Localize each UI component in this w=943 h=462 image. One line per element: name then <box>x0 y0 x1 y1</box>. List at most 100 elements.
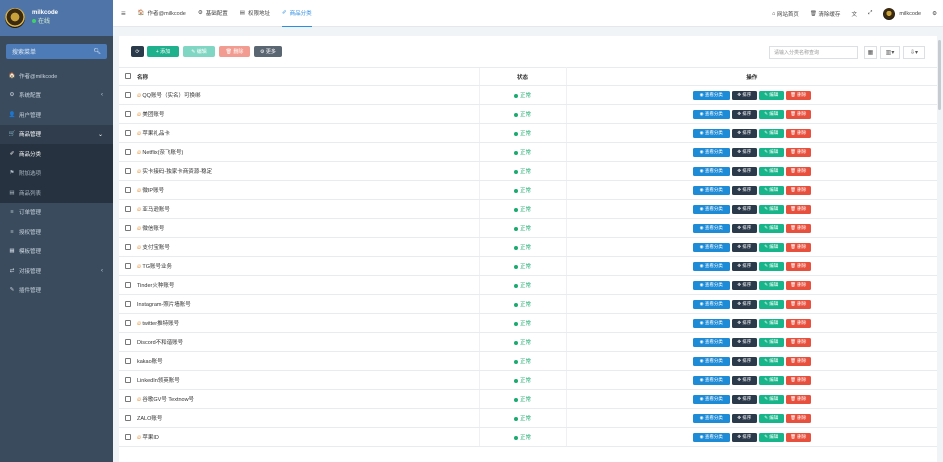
sort-button[interactable]: ✥ 排序 <box>731 375 757 385</box>
edit-row-button[interactable]: ✎ 编辑 <box>758 223 784 233</box>
view-category-button[interactable]: ◉ 查看分类 <box>692 185 730 195</box>
edit-row-button[interactable]: ✎ 编辑 <box>758 109 784 119</box>
table-row[interactable]: kakao账号 正常 ◉ 查看分类 ✥ 排序 ✎ 编辑 🗑︎ 删除 <box>119 351 937 371</box>
delete-row-button[interactable]: 🗑︎ 删除 <box>785 242 811 252</box>
refresh-button[interactable]: ⟳ <box>131 46 144 57</box>
view-category-button[interactable]: ◉ 查看分类 <box>692 413 730 423</box>
tab-3[interactable]: ✐ 商品分类 <box>282 0 312 27</box>
sort-button[interactable]: ✥ 排序 <box>731 432 757 442</box>
add-button[interactable]: + 添加 <box>147 46 179 57</box>
edit-row-button[interactable]: ✎ 编辑 <box>758 375 784 385</box>
status-badge[interactable]: 正常 <box>513 150 531 156</box>
edit-row-button[interactable]: ✎ 编辑 <box>758 337 784 347</box>
delete-row-button[interactable]: 🗑︎ 删除 <box>785 356 811 366</box>
row-checkbox[interactable] <box>125 395 131 402</box>
row-checkbox[interactable] <box>125 357 131 364</box>
table-row[interactable]: 🔥︎苹果ID 正常 ◉ 查看分类 ✥ 排序 ✎ 编辑 🗑︎ 删除 <box>119 427 937 447</box>
edit-row-button[interactable]: ✎ 编辑 <box>758 280 784 290</box>
view-category-button[interactable]: ◉ 查看分类 <box>692 375 730 385</box>
sort-button[interactable]: ✥ 排序 <box>731 280 757 290</box>
row-checkbox[interactable] <box>125 91 131 98</box>
sort-button[interactable]: ✥ 排序 <box>731 394 757 404</box>
header-name[interactable]: 名称 <box>137 67 479 86</box>
sort-button[interactable]: ✥ 排序 <box>731 204 757 214</box>
view-category-button[interactable]: ◉ 查看分类 <box>692 204 730 214</box>
delete-row-button[interactable]: 🗑︎ 删除 <box>785 223 811 233</box>
edit-row-button[interactable]: ✎ 编辑 <box>758 204 784 214</box>
delete-row-button[interactable]: 🗑︎ 删除 <box>785 147 811 157</box>
view-category-button[interactable]: ◉ 查看分类 <box>692 109 730 119</box>
status-badge[interactable]: 正常 <box>513 264 531 270</box>
sidebar-item[interactable]: 🏠 作者@milkcode <box>0 66 113 86</box>
delete-row-button[interactable]: 🗑︎ 删除 <box>785 413 811 423</box>
status-badge[interactable]: 正常 <box>513 283 531 289</box>
tab-1[interactable]: ⚙ 基础配置 <box>198 0 228 27</box>
table-row[interactable]: ZALO账号 正常 ◉ 查看分类 ✥ 排序 ✎ 编辑 🗑︎ 删除 <box>119 408 937 428</box>
status-badge[interactable]: 正常 <box>513 359 531 365</box>
view-category-button[interactable]: ◉ 查看分类 <box>692 337 730 347</box>
delete-row-button[interactable]: 🗑︎ 删除 <box>785 261 811 271</box>
category-search-input[interactable]: 请输入分类名称查询 <box>769 46 858 59</box>
edit-row-button[interactable]: ✎ 编辑 <box>758 356 784 366</box>
delete-row-button[interactable]: 🗑︎ 删除 <box>785 128 811 138</box>
status-badge[interactable]: 正常 <box>513 321 531 327</box>
delete-row-button[interactable]: 🗑︎ 删除 <box>785 280 811 290</box>
view-category-button[interactable]: ◉ 查看分类 <box>692 356 730 366</box>
status-badge[interactable]: 正常 <box>513 435 531 441</box>
view-category-button[interactable]: ◉ 查看分类 <box>692 394 730 404</box>
row-checkbox[interactable] <box>125 148 131 155</box>
delete-row-button[interactable]: 🗑︎ 删除 <box>785 185 811 195</box>
table-row[interactable]: Tinder火种账号 正常 ◉ 查看分类 ✥ 排序 ✎ 编辑 🗑︎ 删除 <box>119 275 937 295</box>
row-checkbox[interactable] <box>125 281 131 288</box>
table-row[interactable]: 🔥︎微IP账号 正常 ◉ 查看分类 ✥ 排序 ✎ 编辑 🗑︎ 删除 <box>119 180 937 200</box>
sort-button[interactable]: ✥ 排序 <box>731 185 757 195</box>
sort-button[interactable]: ✥ 排序 <box>731 147 757 157</box>
view-category-button[interactable]: ◉ 查看分类 <box>692 318 730 328</box>
sort-button[interactable]: ✥ 排序 <box>731 356 757 366</box>
user-menu[interactable]: milkcode <box>883 7 921 20</box>
view-category-button[interactable]: ◉ 查看分类 <box>692 242 730 252</box>
sidebar-item[interactable]: ⇄ 对接管理 ‹ <box>0 261 113 281</box>
view-category-button[interactable]: ◉ 查看分类 <box>692 261 730 271</box>
status-badge[interactable]: 正常 <box>513 302 531 308</box>
row-checkbox[interactable] <box>125 376 131 383</box>
table-row[interactable]: 🔥︎实卡接码-独家卡商资源-稳定 正常 ◉ 查看分类 ✥ 排序 ✎ 编辑 🗑︎ 删除 <box>119 161 937 181</box>
edit-row-button[interactable]: ✎ 编辑 <box>758 242 784 252</box>
edit-row-button[interactable]: ✎ 编辑 <box>758 261 784 271</box>
table-row[interactable]: Discord不和谐账号 正常 ◉ 查看分类 ✥ 排序 ✎ 编辑 🗑︎ 删除 <box>119 332 937 352</box>
toggle-view-button[interactable]: ▦ <box>864 46 877 59</box>
view-category-button[interactable]: ◉ 查看分类 <box>692 90 730 100</box>
status-badge[interactable]: 正常 <box>513 245 531 251</box>
search-icon[interactable]: 🔍︎ <box>93 48 101 55</box>
delete-row-button[interactable]: 🗑︎ 删除 <box>785 109 811 119</box>
row-checkbox[interactable] <box>125 319 131 326</box>
status-badge[interactable]: 正常 <box>513 378 531 384</box>
sort-button[interactable]: ✥ 排序 <box>731 223 757 233</box>
sort-button[interactable]: ✥ 排序 <box>731 299 757 309</box>
sidebar-item[interactable]: ⚑ 附加选项 <box>0 163 113 183</box>
delete-row-button[interactable]: 🗑︎ 删除 <box>785 90 811 100</box>
view-category-button[interactable]: ◉ 查看分类 <box>692 128 730 138</box>
sidebar-item[interactable]: 🛒 商品管理 ⌄ <box>0 124 113 144</box>
header-status[interactable]: 状态 <box>478 67 567 86</box>
sort-button[interactable]: ✥ 排序 <box>731 128 757 138</box>
more-button[interactable]: ⚙ 更多 <box>254 46 282 57</box>
tab-2[interactable]: ▤ 权限地址 <box>240 0 270 27</box>
sidebar-item[interactable]: ✎ 插件管理 <box>0 281 113 301</box>
status-badge[interactable]: 正常 <box>513 207 531 213</box>
sort-button[interactable]: ✥ 排序 <box>731 261 757 271</box>
delete-row-button[interactable]: 🗑︎ 删除 <box>785 394 811 404</box>
edit-row-button[interactable]: ✎ 编辑 <box>758 128 784 138</box>
row-checkbox[interactable] <box>125 167 131 174</box>
edit-row-button[interactable]: ✎ 编辑 <box>758 318 784 328</box>
delete-row-button[interactable]: 🗑︎ 删除 <box>785 299 811 309</box>
table-row[interactable]: LinkedIn领英账号 正常 ◉ 查看分类 ✥ 排序 ✎ 编辑 🗑︎ 删除 <box>119 370 937 390</box>
row-checkbox[interactable] <box>125 262 131 269</box>
edit-row-button[interactable]: ✎ 编辑 <box>758 394 784 404</box>
status-badge[interactable]: 正常 <box>513 131 531 137</box>
edit-row-button[interactable]: ✎ 编辑 <box>758 299 784 309</box>
status-badge[interactable]: 正常 <box>513 416 531 422</box>
status-badge[interactable]: 正常 <box>513 93 531 99</box>
export-button[interactable]: ⇩▾ <box>903 46 925 59</box>
row-checkbox[interactable] <box>125 224 131 231</box>
